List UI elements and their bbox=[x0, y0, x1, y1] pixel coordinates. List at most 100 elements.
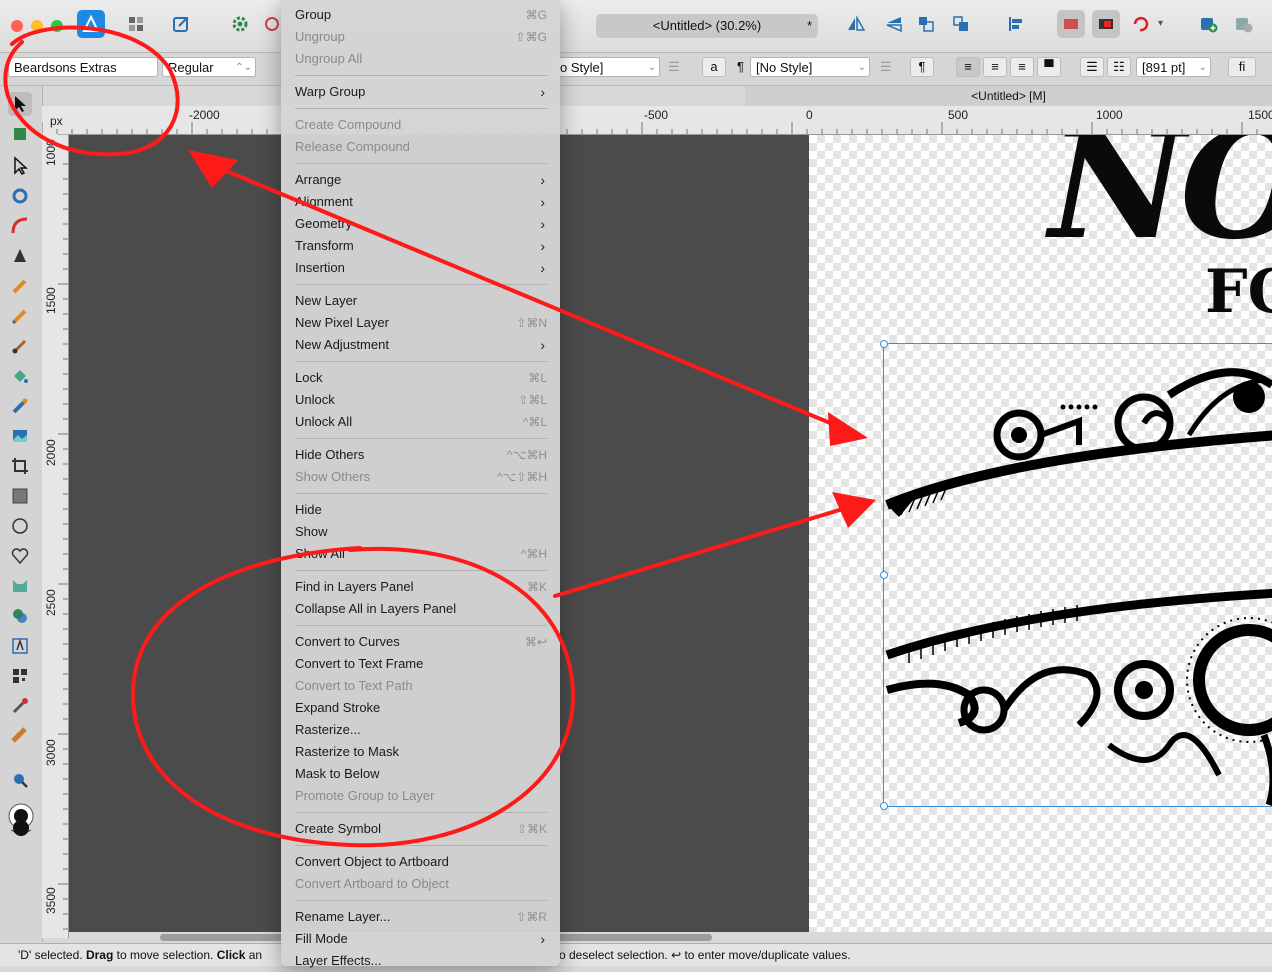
qr-code-tool-icon[interactable] bbox=[8, 664, 32, 688]
artboard[interactable]: NO FO bbox=[809, 135, 1272, 932]
transparency-tool-icon[interactable] bbox=[8, 394, 32, 418]
align-left-icon[interactable] bbox=[1002, 10, 1030, 38]
ligatures-button-label: fi bbox=[1238, 59, 1246, 74]
export-persona-icon[interactable] bbox=[167, 10, 195, 38]
menu-item[interactable]: Warp Group › bbox=[295, 81, 547, 103]
history-undo-icon[interactable] bbox=[1126, 10, 1154, 38]
menu-item[interactable]: Convert to Text Frame bbox=[295, 653, 547, 675]
align-text-left-icon[interactable]: ≡ bbox=[956, 57, 980, 77]
flip-horizontal-icon[interactable] bbox=[842, 10, 870, 38]
selection-handle[interactable] bbox=[880, 802, 888, 810]
font-size-field[interactable]: [891 pt] ⌄ bbox=[1136, 57, 1211, 77]
symbols-tool-icon[interactable] bbox=[8, 604, 32, 628]
heart-shape-tool-icon[interactable] bbox=[8, 544, 32, 568]
menu-item[interactable]: Expand Stroke bbox=[295, 697, 547, 719]
move-tool-icon[interactable] bbox=[8, 92, 32, 116]
font-style-field[interactable]: Regular ⌃⌄ bbox=[162, 57, 256, 77]
pencil-tool-icon[interactable] bbox=[8, 274, 32, 298]
cat-shape-tool-icon[interactable] bbox=[8, 574, 32, 598]
vector-brush-tool-icon[interactable] bbox=[8, 304, 32, 328]
place-image-tool-icon[interactable] bbox=[8, 424, 32, 448]
zoom-window-button[interactable] bbox=[51, 20, 63, 32]
close-window-button[interactable] bbox=[11, 20, 23, 32]
menu-item[interactable]: Insertion › bbox=[295, 257, 547, 279]
paragraph-style-panel-icon[interactable]: ☰ bbox=[880, 59, 892, 75]
vertical-align-icon[interactable]: ▀ bbox=[1037, 57, 1061, 77]
menu-item[interactable]: Find in Layers Panel ⌘K bbox=[295, 576, 547, 598]
arrange-front-icon[interactable] bbox=[947, 10, 975, 38]
menu-item[interactable]: Convert Object to Artboard bbox=[295, 851, 547, 873]
menu-item[interactable]: Rasterize... bbox=[295, 719, 547, 741]
color-picker-tool-icon[interactable] bbox=[8, 694, 32, 718]
menu-item-label: Hide Others bbox=[295, 447, 365, 462]
artistic-text-tool-icon[interactable] bbox=[8, 634, 32, 658]
chevron-down-icon: ⌄ bbox=[647, 62, 656, 73]
document-tab[interactable]: <Untitled> [M] bbox=[745, 86, 1272, 107]
zoom-tool-icon[interactable] bbox=[8, 768, 32, 792]
menu-item[interactable]: Create Symbol ⇧⌘K bbox=[295, 818, 547, 840]
menu-item[interactable]: Show All ^⌘H bbox=[295, 543, 547, 565]
ligatures-button[interactable]: fi bbox=[1228, 57, 1256, 77]
status-click: Click bbox=[216, 948, 246, 962]
menu-item[interactable]: Layer Effects... bbox=[295, 950, 547, 972]
boolean-add-icon[interactable] bbox=[1057, 10, 1085, 38]
align-text-center-icon[interactable]: ≡ bbox=[983, 57, 1007, 77]
menu-item[interactable]: Show bbox=[295, 521, 547, 543]
ellipse-tool-icon[interactable] bbox=[8, 514, 32, 538]
arrange-back-icon[interactable] bbox=[912, 10, 940, 38]
character-style-panel-icon[interactable]: ☰ bbox=[668, 59, 680, 75]
menu-item[interactable]: Hide bbox=[295, 499, 547, 521]
assistant-add-icon[interactable] bbox=[1195, 10, 1223, 38]
menu-item[interactable]: Unlock ⇧⌘L bbox=[295, 389, 547, 411]
corner-tool-icon[interactable] bbox=[8, 214, 32, 238]
assistant-remove-icon[interactable] bbox=[1230, 10, 1258, 38]
menu-item[interactable]: Group ⌘G bbox=[295, 4, 547, 26]
menu-item[interactable]: Geometry › bbox=[295, 213, 547, 235]
document-title[interactable]: <Untitled> (30.2%) * bbox=[596, 14, 818, 38]
menu-item[interactable]: New Layer bbox=[295, 290, 547, 312]
minimize-window-button[interactable] bbox=[31, 20, 43, 32]
crop-tool-icon[interactable] bbox=[8, 454, 32, 478]
pixel-persona-icon[interactable] bbox=[122, 10, 150, 38]
pen-tool-icon[interactable] bbox=[8, 244, 32, 268]
artboard-tool-icon[interactable] bbox=[8, 122, 32, 146]
measure-tool-icon[interactable] bbox=[8, 724, 32, 748]
menu-item[interactable]: Rename Layer... ⇧⌘R bbox=[295, 906, 547, 928]
fill-tool-icon[interactable] bbox=[8, 364, 32, 388]
menu-item[interactable]: Alignment › bbox=[295, 191, 547, 213]
menu-item[interactable]: New Adjustment › bbox=[295, 334, 547, 356]
point-transform-tool-icon[interactable] bbox=[8, 184, 32, 208]
menu-item[interactable]: Lock ⌘L bbox=[295, 367, 547, 389]
character-style-field[interactable]: o Style] ⌄ bbox=[555, 57, 660, 77]
paint-brush-tool-icon[interactable] bbox=[8, 334, 32, 358]
ruler-label-v: 1500 bbox=[44, 287, 58, 314]
rectangle-tool-icon[interactable] bbox=[8, 484, 32, 508]
node-tool-icon[interactable] bbox=[8, 154, 32, 178]
menu-item[interactable]: Convert to Curves ⌘↩ bbox=[295, 631, 547, 653]
bullet-list-icon[interactable]: ☰ bbox=[1080, 57, 1104, 77]
menu-item[interactable]: Hide Others ^⌥⌘H bbox=[295, 444, 547, 466]
boolean-subtract-icon[interactable] bbox=[1092, 10, 1120, 38]
selection-handle[interactable] bbox=[880, 571, 888, 579]
case-button[interactable]: a bbox=[702, 57, 726, 77]
selection-handle[interactable] bbox=[880, 340, 888, 348]
align-text-right-icon[interactable]: ≡ bbox=[1010, 57, 1034, 77]
menu-item[interactable]: Rasterize to Mask bbox=[295, 741, 547, 763]
flip-vertical-icon[interactable] bbox=[880, 10, 908, 38]
menu-item[interactable]: New Pixel Layer ⇧⌘N bbox=[295, 312, 547, 334]
menu-item[interactable]: Arrange › bbox=[295, 169, 547, 191]
color-swatch-widget[interactable] bbox=[6, 802, 36, 842]
menu-item[interactable]: Transform › bbox=[295, 235, 547, 257]
menu-item[interactable]: Collapse All in Layers Panel bbox=[295, 598, 547, 620]
designer-persona-icon[interactable] bbox=[77, 10, 105, 38]
font-family-field[interactable]: Beardsons Extras bbox=[8, 57, 158, 77]
selection-bounding-box[interactable] bbox=[883, 343, 1272, 807]
menu-item[interactable]: Unlock All ^⌘L bbox=[295, 411, 547, 433]
numbered-list-icon[interactable]: ☷ bbox=[1107, 57, 1131, 77]
settings-gear-icon[interactable] bbox=[226, 10, 254, 38]
pilcrow-button[interactable]: ¶ bbox=[910, 57, 934, 77]
menu-item[interactable]: Mask to Below bbox=[295, 763, 547, 785]
menu-item[interactable]: Fill Mode › bbox=[295, 928, 547, 950]
history-dropdown-icon[interactable]: ▾ bbox=[1158, 18, 1163, 29]
paragraph-style-field[interactable]: [No Style] ⌄ bbox=[750, 57, 870, 77]
